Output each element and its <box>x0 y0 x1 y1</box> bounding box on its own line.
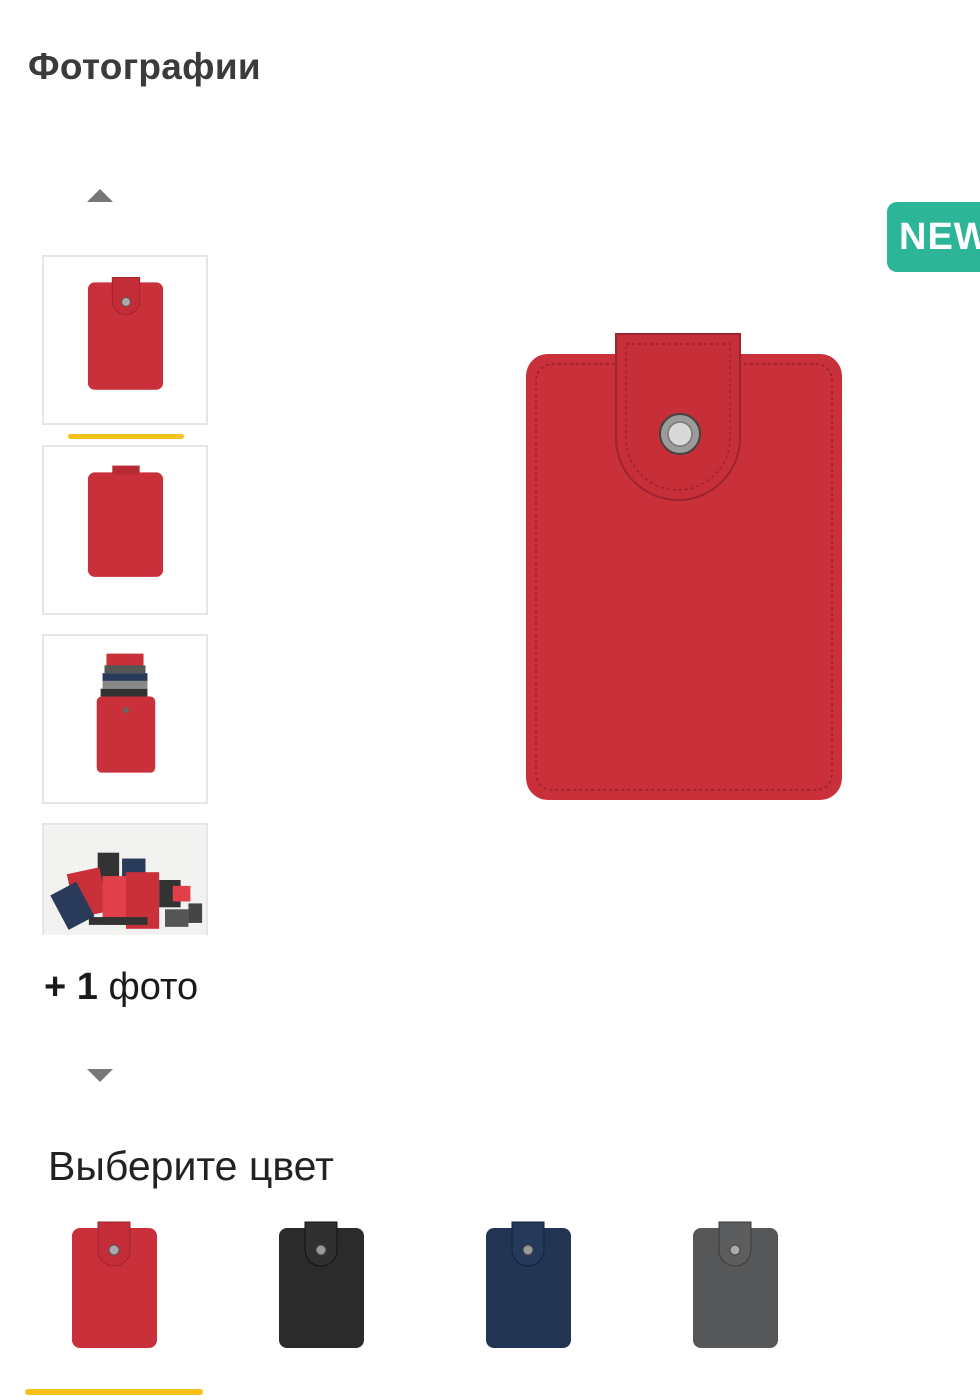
color-picker-title: Выберите цвет <box>48 1143 334 1189</box>
more-photos-link[interactable]: + 1 фото <box>44 966 198 1009</box>
new-badge: NEW <box>887 202 980 272</box>
wallet-large-image <box>526 333 842 800</box>
thumbnail-2[interactable] <box>42 445 208 615</box>
color-option-gray[interactable] <box>655 1212 815 1362</box>
thumbnail-4[interactable] <box>42 823 208 935</box>
wallet-back-image <box>87 465 164 577</box>
arrow-down-icon <box>87 1068 113 1082</box>
thumbnail-3[interactable] <box>42 634 208 804</box>
color-option-red[interactable] <box>34 1212 194 1362</box>
wallet-black-image <box>279 1221 364 1348</box>
color-option-black[interactable] <box>241 1212 401 1362</box>
color-option-navy[interactable] <box>448 1212 608 1362</box>
wallet-gray-image <box>693 1221 778 1348</box>
more-photos-label: фото <box>97 966 199 1008</box>
arrow-up-icon <box>87 188 113 202</box>
section-title: Фотографии <box>28 46 261 87</box>
thumbnail-1[interactable] <box>42 255 208 425</box>
wallet-navy-image <box>486 1221 571 1348</box>
wallet-image <box>87 277 164 390</box>
wallet-with-cards-image <box>96 653 156 773</box>
more-photos-count: + 1 <box>44 966 98 1008</box>
scroll-up-button[interactable] <box>80 180 120 210</box>
main-product-image[interactable] <box>500 320 870 820</box>
wallet-collection-image <box>44 825 206 935</box>
color-selected-indicator <box>25 1389 203 1395</box>
wallet-red-image <box>72 1221 157 1348</box>
scroll-down-button[interactable] <box>80 1060 120 1090</box>
thumbnail-active-indicator <box>68 434 184 439</box>
